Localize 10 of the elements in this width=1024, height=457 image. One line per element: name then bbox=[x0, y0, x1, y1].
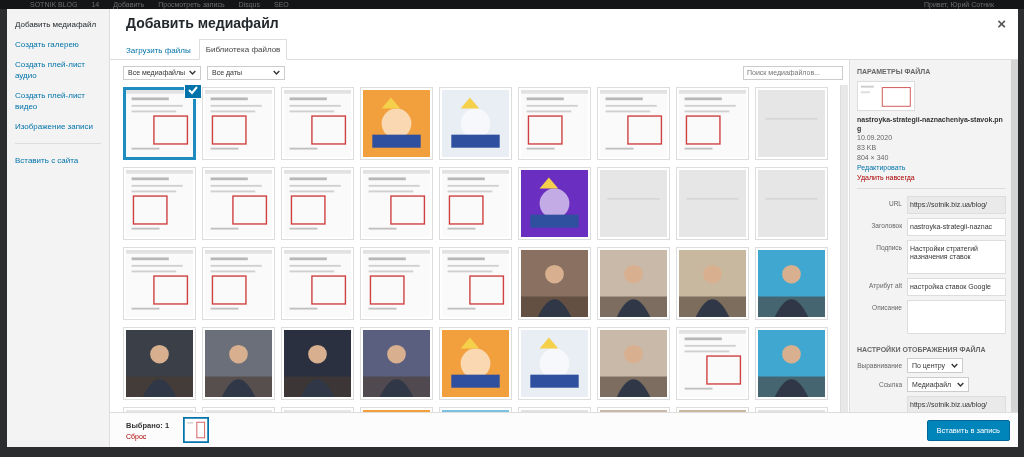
sidebar-item[interactable]: Создать плей-лист аудио bbox=[15, 59, 101, 81]
modal-title: Добавить медиафайл bbox=[126, 15, 280, 31]
tab[interactable]: Загрузить файлы bbox=[120, 41, 197, 60]
sidebar-item[interactable]: Вставить с сайта bbox=[15, 155, 101, 166]
close-button[interactable]: × bbox=[993, 14, 1010, 32]
sidebar-item[interactable]: Добавить медиафайл bbox=[15, 19, 101, 30]
sidebar-item[interactable]: Изображение записи bbox=[15, 121, 101, 132]
sidebar-item[interactable]: Создать галерею bbox=[15, 39, 101, 50]
sidebar-item[interactable]: Создать плей-лист видео bbox=[15, 90, 101, 112]
tab[interactable]: Библиотека файлов bbox=[198, 39, 288, 60]
